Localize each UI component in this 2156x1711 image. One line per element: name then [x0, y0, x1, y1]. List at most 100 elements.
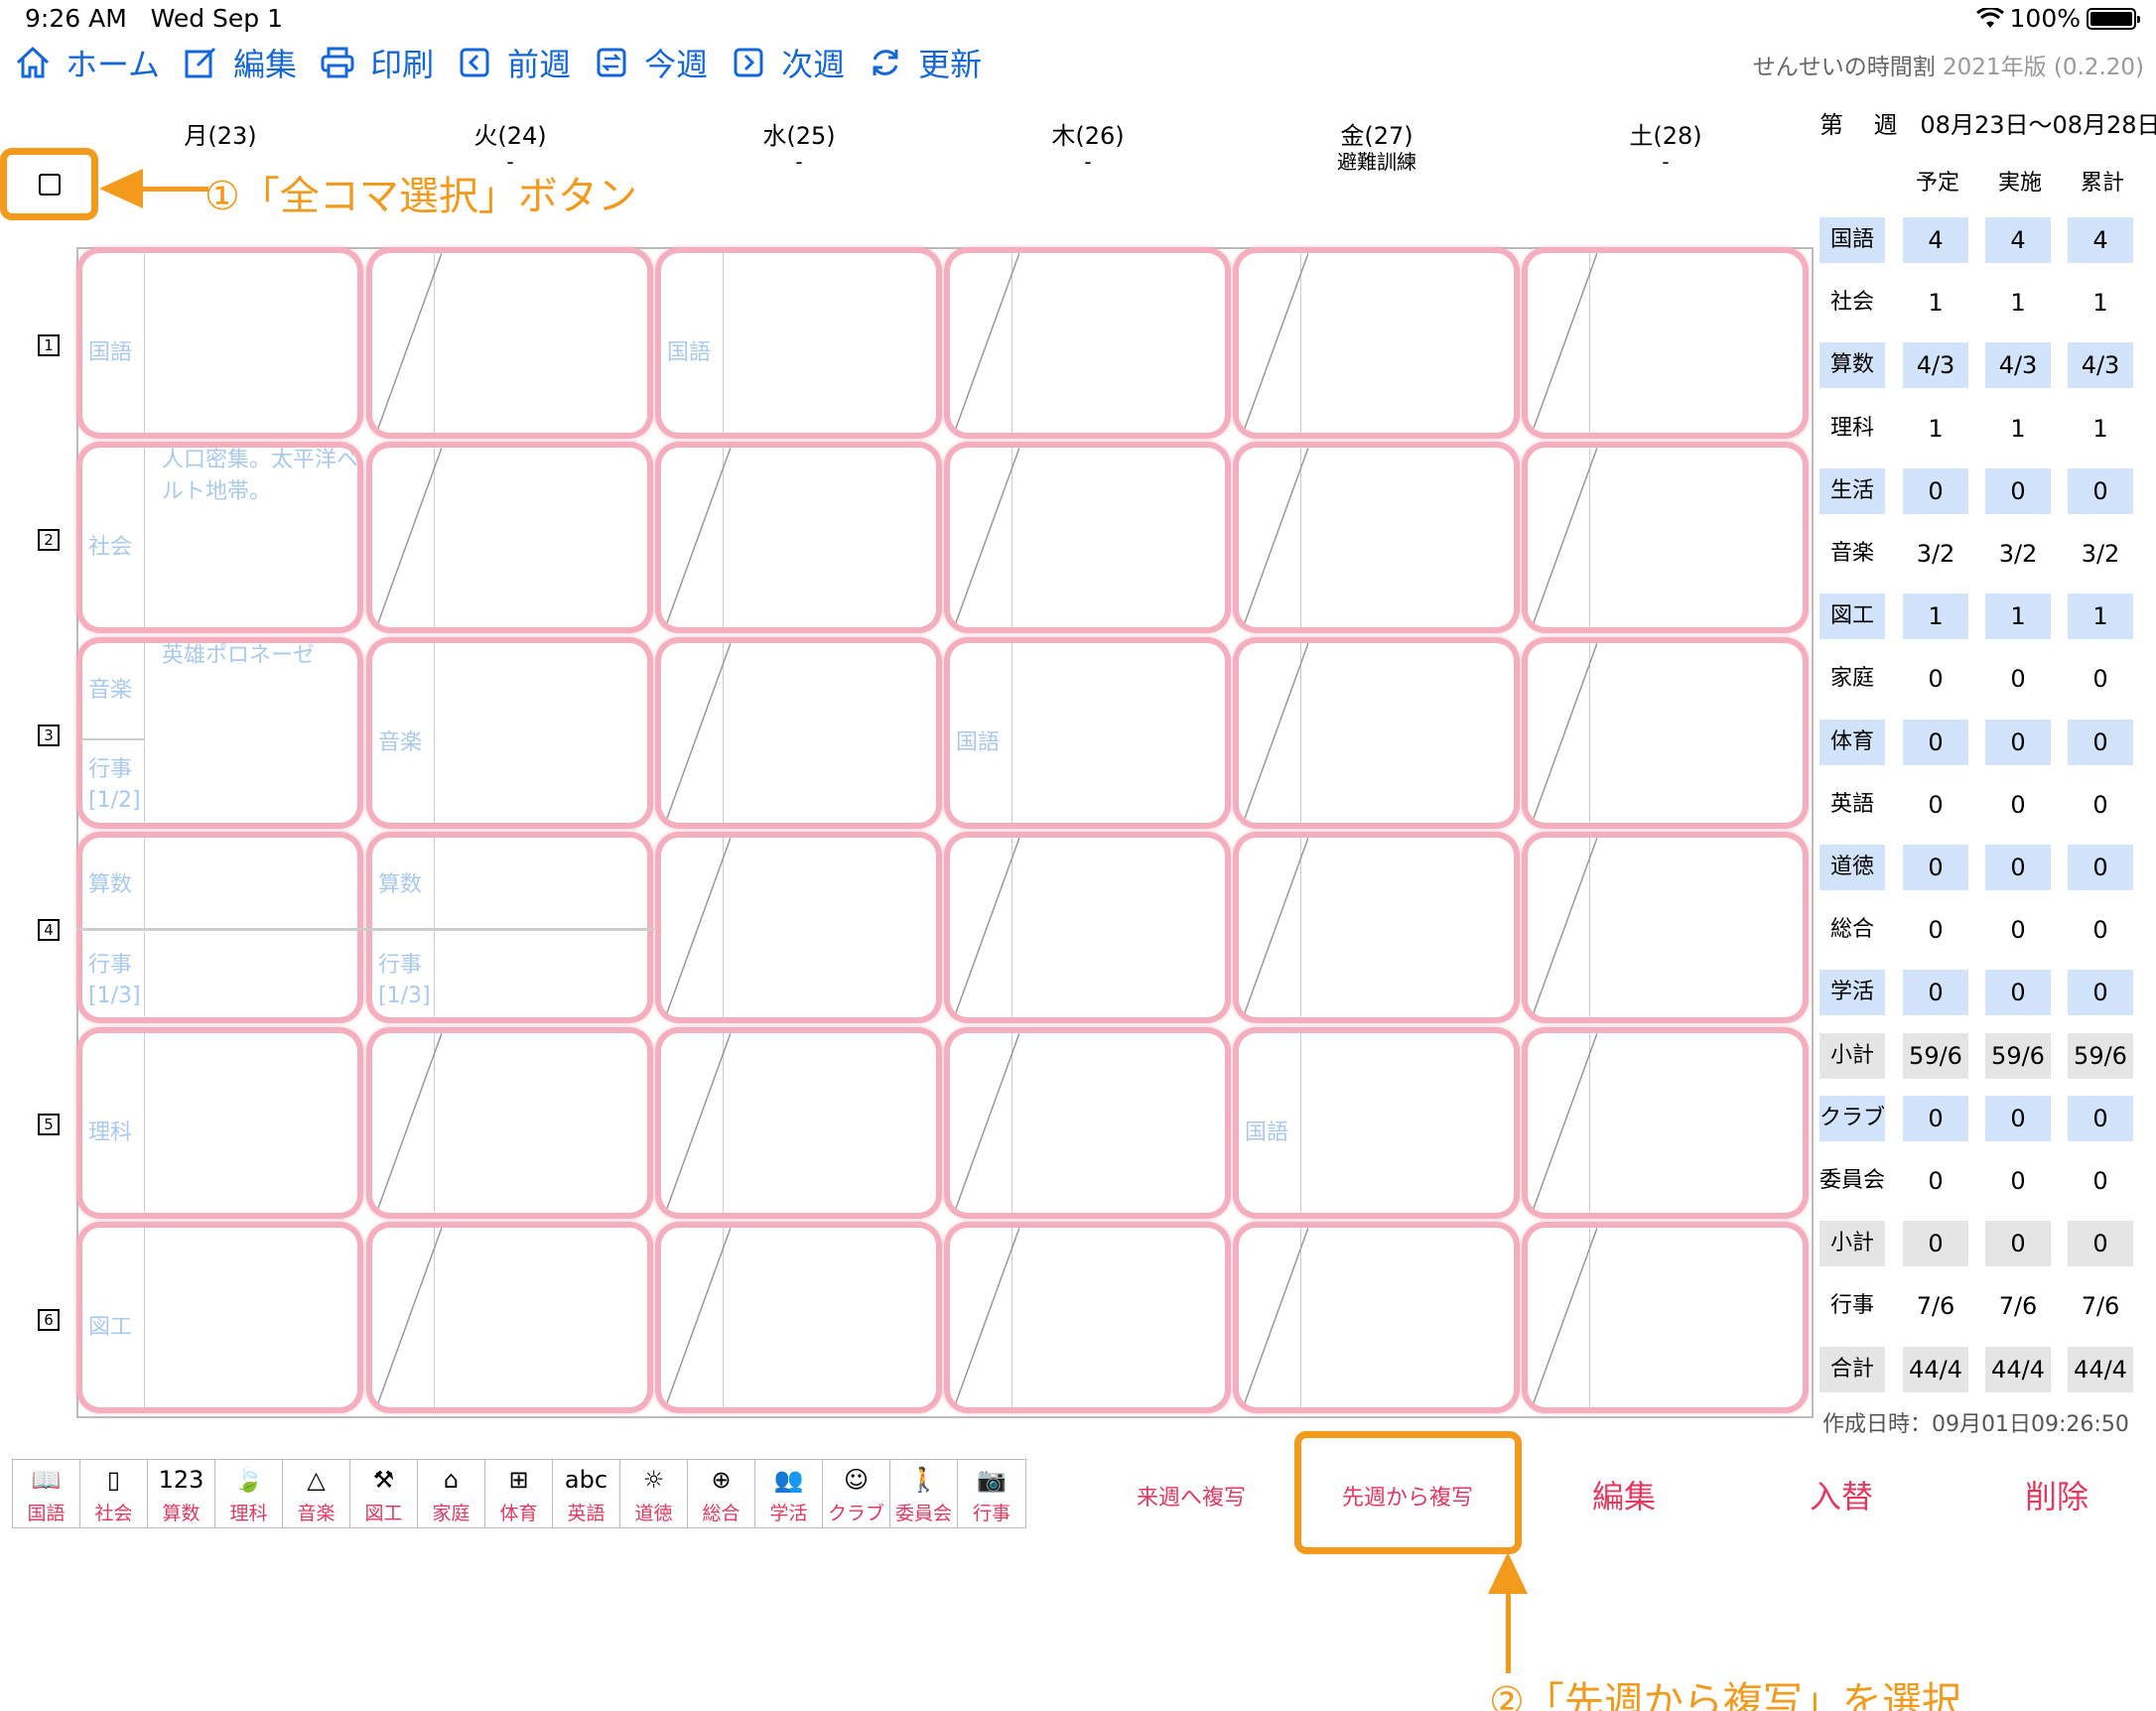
timetable-cell-thu-5[interactable]: [944, 1027, 1231, 1219]
edit-action-button[interactable]: 編集: [1592, 1472, 1656, 1517]
palette-label: 道徳: [634, 1503, 673, 1524]
summary-row: 理科 1 1 1: [1819, 406, 2137, 452]
summary-value: 0: [1985, 720, 2051, 765]
palette-label: 理科: [229, 1503, 268, 1524]
summary-row: 委員会 0 0 0: [1819, 1158, 2137, 1204]
app-version-number: (0.2.20): [2053, 55, 2144, 80]
timetable-cell-fri-1[interactable]: [1233, 247, 1520, 439]
palette-item-smile[interactable]: ☺ クラブ: [823, 1460, 890, 1527]
home-button[interactable]: ホーム: [14, 40, 160, 85]
period-number: 2: [38, 529, 60, 551]
timetable-cell-wed-3[interactable]: [655, 637, 942, 829]
timetable-cell-sat-3[interactable]: [1522, 637, 1809, 829]
created-value: 09月01日09:26:50: [1932, 1412, 2129, 1437]
timetable-cell-wed-4[interactable]: [655, 832, 942, 1023]
palette-item-metronome[interactable]: △ 音楽: [283, 1460, 350, 1527]
timetable-cell-tue-3[interactable]: 音楽: [366, 637, 653, 829]
edit-button[interactable]: 編集: [182, 40, 297, 85]
palette-label: 行事: [972, 1503, 1011, 1524]
swap-action-button[interactable]: 入替: [1810, 1472, 1873, 1517]
timetable-cell-thu-6[interactable]: [944, 1222, 1231, 1413]
timetable-cell-fri-2[interactable]: [1233, 442, 1520, 633]
timetable-cell-wed-1[interactable]: 国語: [655, 247, 942, 439]
summary-row: 家庭 0 0 0: [1819, 656, 2137, 702]
palette-item-group[interactable]: 👥 学活: [755, 1460, 823, 1527]
timetable-cell-tue-2[interactable]: [366, 442, 653, 633]
annotation-arrow-2: [1506, 1592, 1511, 1673]
subject-label: 社会: [88, 535, 133, 560]
subject-label: 図工: [88, 1315, 133, 1340]
summary-value: 3/2: [1998, 540, 2038, 568]
timetable-cell-tue-5[interactable]: [366, 1027, 653, 1219]
timetable-cell-sat-6[interactable]: [1522, 1222, 1809, 1413]
app-title: せんせいの時間割: [1752, 55, 1936, 80]
palette-label: 英語: [567, 1503, 606, 1524]
summary-value: 0: [1903, 1221, 1968, 1266]
palette-item-house[interactable]: ⌂ 家庭: [418, 1460, 485, 1527]
timetable-cell-fri-5[interactable]: 国語: [1233, 1027, 1520, 1219]
timetable-cell-fri-3[interactable]: [1233, 637, 1520, 829]
prev-week-button[interactable]: 前週: [456, 40, 571, 85]
summary-row: 小計 0 0 0: [1819, 1221, 2137, 1266]
palette-item-hammer[interactable]: ⚒ 図工: [350, 1460, 418, 1527]
timetable-cell-mon-1[interactable]: 国語: [76, 247, 363, 439]
timetable-cell-wed-2[interactable]: [655, 442, 942, 633]
palette-item-scroll[interactable]: ▯ 社会: [80, 1460, 148, 1527]
palette-item-book[interactable]: 📖 国語: [13, 1460, 80, 1527]
palette-item-leaf[interactable]: 🍃 理科: [215, 1460, 283, 1527]
timetable-cell-mon-3[interactable]: 音楽 行事 [1/2] 英雄ポロネーゼ: [76, 637, 363, 829]
copy-to-next-week-button[interactable]: 来週へ複写: [1137, 1480, 1246, 1512]
timetable-cell-wed-5[interactable]: [655, 1027, 942, 1219]
timetable-cell-thu-3[interactable]: 国語: [944, 637, 1231, 829]
timetable-cell-sat-5[interactable]: [1522, 1027, 1809, 1219]
group-icon: 👥: [773, 1466, 804, 1494]
palette-item-globe[interactable]: ⊕ 総合: [688, 1460, 755, 1527]
summary-row-label: 総合: [1829, 917, 1874, 942]
timetable-cell-thu-2[interactable]: [944, 442, 1231, 633]
timetable-cell-sat-1[interactable]: [1522, 247, 1809, 439]
column-header-actual: 実施: [1997, 171, 2042, 196]
select-all-checkbox[interactable]: [38, 173, 61, 196]
palette-item-camera[interactable]: 📷 行事: [958, 1460, 1025, 1527]
summary-value: 0: [1903, 720, 1968, 765]
palette-item-abc[interactable]: abc 英語: [553, 1460, 620, 1527]
timetable-cell-thu-4[interactable]: [944, 832, 1231, 1023]
summary-value: 7/6: [2081, 1292, 2120, 1320]
this-week-button[interactable]: 今週: [593, 40, 708, 85]
palette-item-numbers[interactable]: 123 算数: [148, 1460, 215, 1527]
app-edition: 2021年版: [1943, 55, 2047, 80]
timetable-cell-fri-4[interactable]: [1233, 832, 1520, 1023]
timetable-cell-mon-5[interactable]: 理科: [76, 1027, 363, 1219]
subject-palette: 📖 国語 ▯ 社会 123 算数 🍃 理科 △ 音楽 ⚒ 図工 ⌂ 家庭 ⊞ 体育 abc 英語 ☼ 道徳 ⊕ 総合 👥 学活…: [12, 1459, 1026, 1528]
palette-item-sun[interactable]: ☼ 道徳: [620, 1460, 688, 1527]
timetable-cell-fri-6[interactable]: [1233, 1222, 1520, 1413]
camera-icon: 📷: [977, 1466, 1007, 1494]
summary-value: 4: [2068, 217, 2133, 263]
refresh-button[interactable]: 更新: [867, 40, 982, 85]
period-number: 6: [38, 1309, 60, 1331]
week-range: 08月23日〜08月28日: [1920, 111, 2156, 139]
summary-row-label: 音楽: [1829, 541, 1874, 566]
timetable-cell-sat-2[interactable]: [1522, 442, 1809, 633]
status-indicators: 100%: [1975, 4, 2140, 33]
summary-value: 4: [1985, 217, 2051, 263]
delete-action-button[interactable]: 削除: [2025, 1472, 2089, 1517]
palette-item-person[interactable]: 🚶 委員会: [890, 1460, 958, 1527]
palette-item-field[interactable]: ⊞ 体育: [485, 1460, 553, 1527]
print-button[interactable]: 印刷: [319, 40, 434, 85]
day-header-wed: 水(25) -: [655, 123, 943, 175]
copy-from-last-week-button[interactable]: 先週から複写: [1342, 1480, 1473, 1512]
timetable-cell-mon-6[interactable]: 図工: [76, 1222, 363, 1413]
timetable-cell-mon-2[interactable]: 社会 人口密集。太平洋ベルト地帯。: [76, 442, 363, 633]
timetable-cell-sat-4[interactable]: [1522, 832, 1809, 1023]
wifi-icon: [1975, 7, 2004, 28]
timetable-cell-tue-1[interactable]: [366, 247, 653, 439]
timetable-cell-tue-6[interactable]: [366, 1222, 653, 1413]
summary-value: 3/2: [2081, 540, 2120, 568]
summary-row-label: クラブ: [1819, 1096, 1885, 1141]
timetable-cell-thu-1[interactable]: [944, 247, 1231, 439]
next-week-button[interactable]: 次週: [730, 40, 845, 85]
timetable-cell-wed-6[interactable]: [655, 1222, 942, 1413]
summary-value: 0: [1903, 970, 1968, 1015]
summary-row: 算数 4/3 4/3 4/3: [1819, 342, 2137, 388]
